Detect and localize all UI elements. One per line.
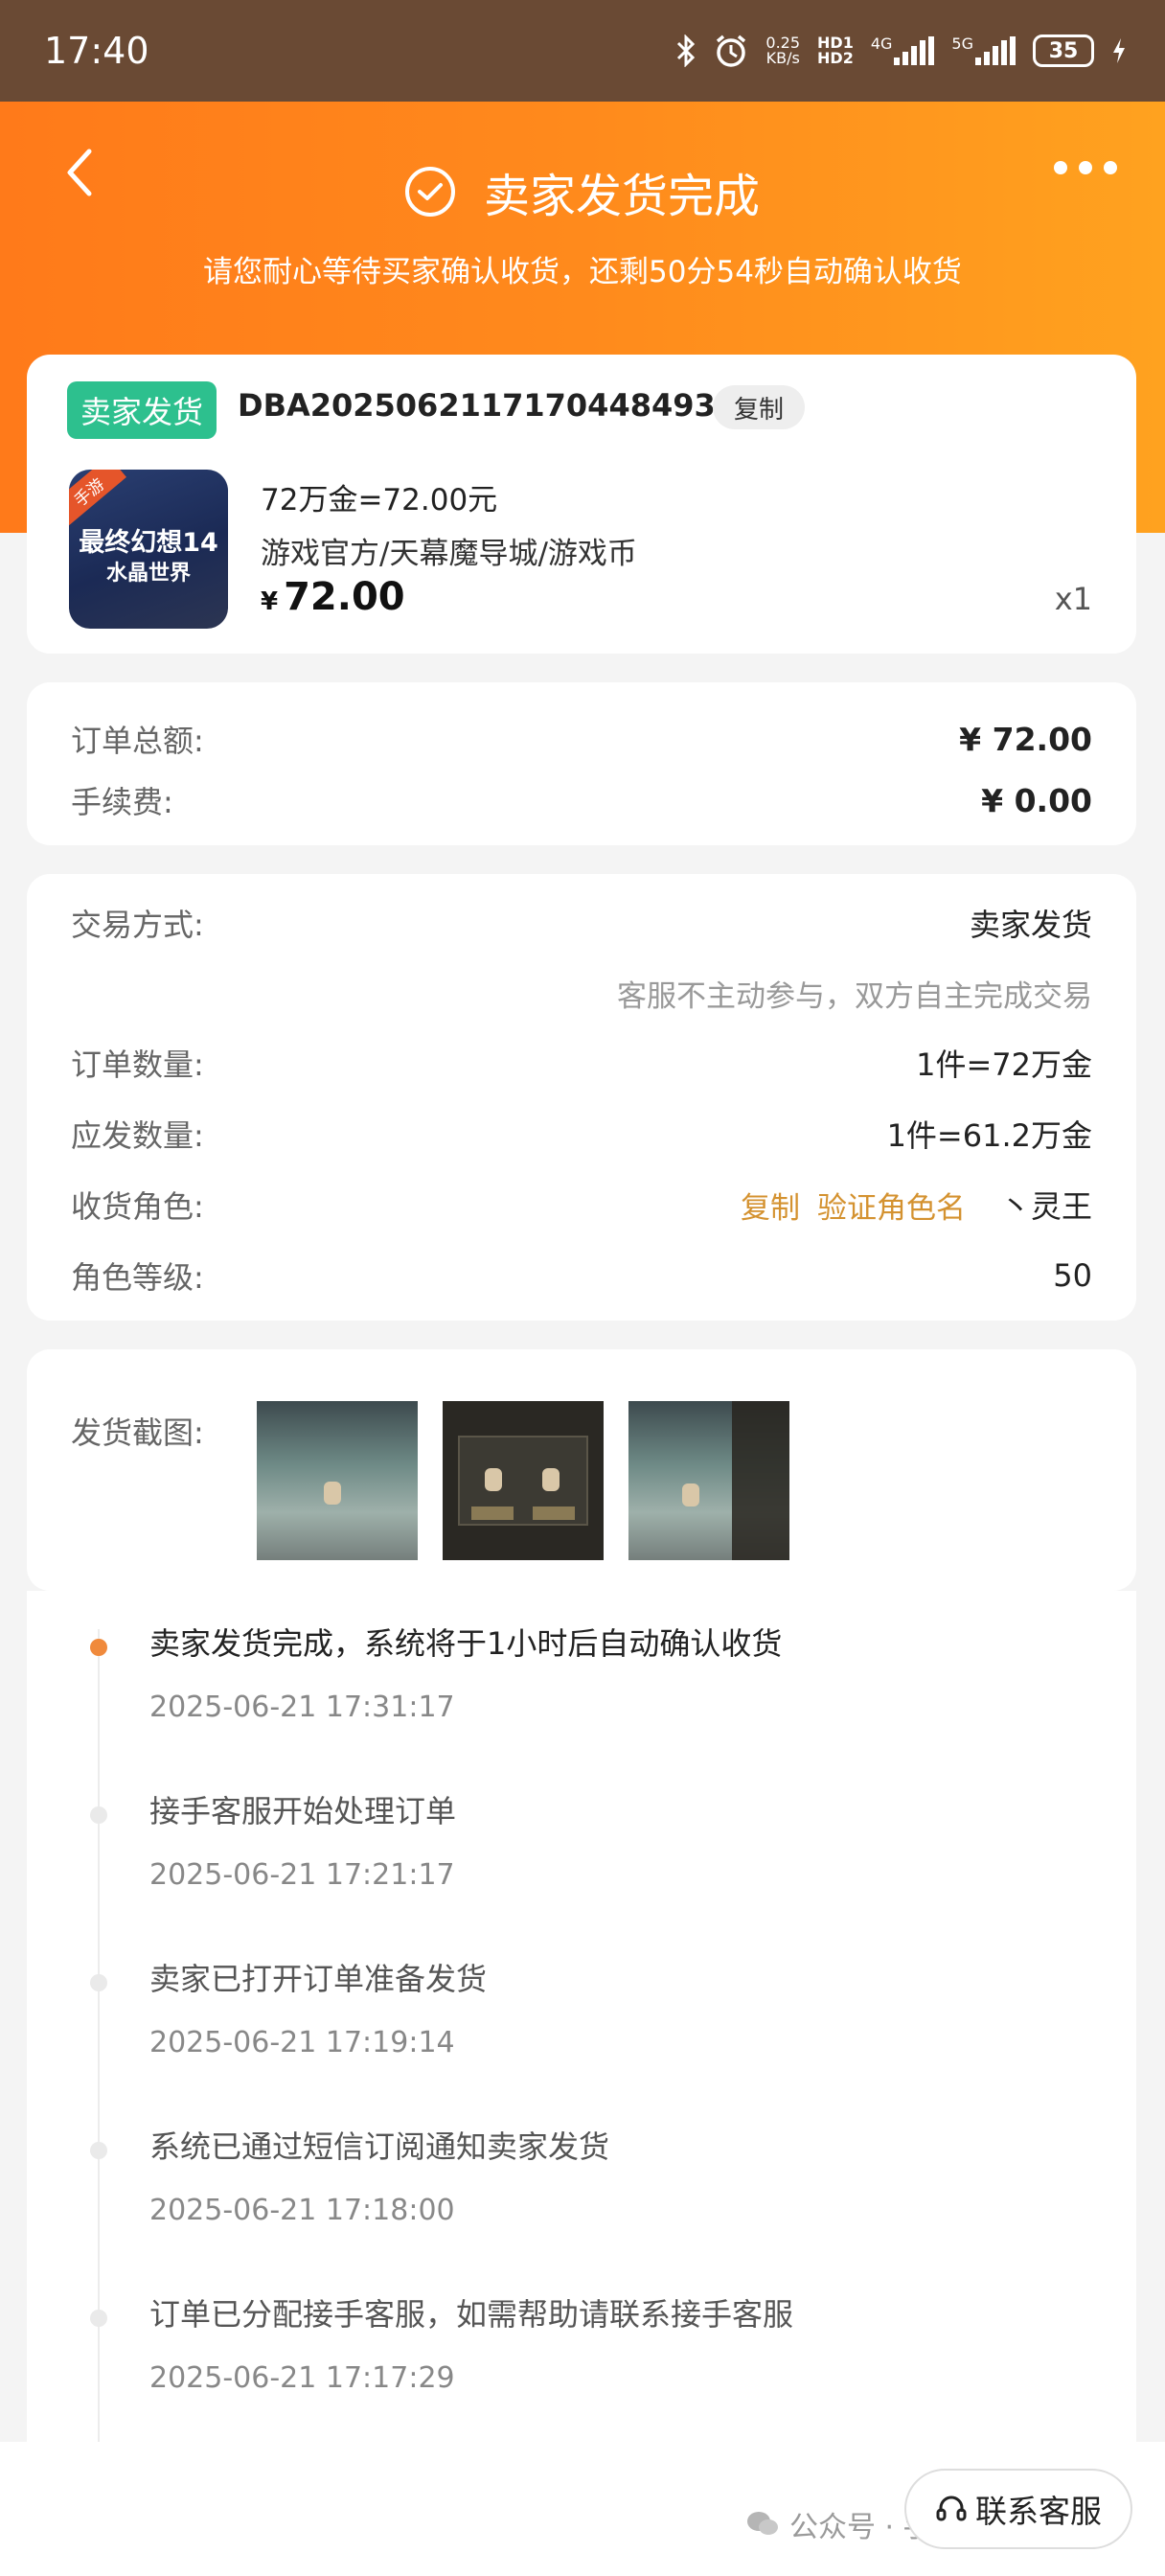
hd-indicator: HD1 HD2 bbox=[817, 35, 854, 66]
dialog-button bbox=[533, 1506, 575, 1520]
total-label: 订单总额: bbox=[71, 723, 204, 759]
price-value: 72.00 bbox=[284, 575, 405, 619]
delivery-screenshot-thumbnail[interactable] bbox=[257, 1401, 418, 1560]
signal-5g: 5G bbox=[951, 36, 1016, 65]
net-speed-unit: KB/s bbox=[765, 49, 800, 67]
total-value: ¥ 72.00 bbox=[959, 720, 1092, 758]
delivery-screenshots-card: 发货截图: bbox=[27, 1349, 1136, 1591]
delivery-type-badge: 卖家发货 bbox=[67, 381, 217, 439]
verify-role-button[interactable]: 验证角色名 bbox=[817, 1184, 966, 1227]
signal-icon bbox=[894, 36, 935, 65]
dialog-button bbox=[471, 1506, 514, 1520]
timeline-time: 2025-06-21 17:19:14 bbox=[149, 2026, 455, 2059]
trade-method-value: 卖家发货 bbox=[969, 907, 1092, 943]
headset-icon bbox=[936, 2496, 967, 2521]
ship-quantity-label: 应发数量: bbox=[71, 1117, 204, 1154]
receiver-role-value: 丶灵王 bbox=[999, 1188, 1092, 1225]
character-figure bbox=[682, 1484, 699, 1506]
item-quantity: x1 bbox=[1054, 581, 1092, 617]
receiver-role-actions: 复制 验证角色名 丶灵王 bbox=[741, 1183, 1092, 1227]
copy-role-button[interactable]: 复制 bbox=[741, 1184, 800, 1227]
order-card: 卖家发货 DBA2025062117170448493 复制 手游 最终幻想14… bbox=[27, 355, 1136, 654]
fee-value: ¥ 0.00 bbox=[981, 781, 1092, 819]
status-bar: 17:40 0.25 KB/s HD1 HD2 4G 5G 35 bbox=[0, 0, 1165, 102]
order-quantity-value: 1件=72万金 bbox=[916, 1046, 1092, 1083]
trade-method-label: 交易方式: bbox=[71, 907, 204, 943]
character-figure bbox=[324, 1482, 341, 1505]
page-title: 卖家发货完成 bbox=[483, 170, 760, 223]
receiver-role-label: 收货角色: bbox=[71, 1188, 204, 1225]
currency-symbol: ¥ bbox=[261, 587, 279, 616]
trade-detail-card: 交易方式: 卖家发货 客服不主动参与，双方自主完成交易 订单数量: 1件=72万… bbox=[27, 874, 1136, 1321]
timeline-dot bbox=[90, 1806, 107, 1824]
game-logo-title: 最终幻想14 bbox=[79, 528, 218, 558]
role-level-value: 50 bbox=[1053, 1257, 1092, 1294]
ship-quantity-value: 1件=61.2万金 bbox=[886, 1117, 1092, 1154]
item-figure bbox=[485, 1468, 502, 1491]
game-logo-subtitle: 水晶世界 bbox=[105, 562, 191, 586]
game-side-panel bbox=[732, 1401, 789, 1560]
delivery-screenshot-thumbnail[interactable] bbox=[628, 1401, 789, 1560]
status-icons: 0.25 KB/s HD1 HD2 4G 5G 35 bbox=[675, 34, 1127, 68]
game-tag: 手游 bbox=[69, 470, 126, 527]
contact-service-button[interactable]: 联系客服 bbox=[904, 2469, 1132, 2549]
order-timeline: 卖家发货完成，系统将于1小时后自动确认收货 2025-06-21 17:31:1… bbox=[27, 1591, 1136, 2442]
fee-card: 订单总额: ¥ 72.00 手续费: ¥ 0.00 bbox=[27, 682, 1136, 845]
signal-5g-label: 5G bbox=[951, 34, 973, 53]
ship-quantity-row: 应发数量: 1件=61.2万金 bbox=[71, 1112, 1092, 1156]
signal-4g-label: 4G bbox=[870, 34, 893, 53]
copy-order-number-button[interactable]: 复制 bbox=[713, 385, 806, 429]
wechat-icon bbox=[747, 2512, 778, 2535]
game-thumbnail[interactable]: 手游 最终幻想14 水晶世界 bbox=[69, 470, 228, 629]
hd-bottom: HD2 bbox=[817, 49, 854, 67]
order-quantity-label: 订单数量: bbox=[71, 1046, 204, 1083]
timeline-time: 2025-06-21 17:31:17 bbox=[149, 1690, 455, 1724]
bluetooth-icon bbox=[677, 34, 696, 67]
contact-service-label: 联系客服 bbox=[975, 2493, 1102, 2530]
role-level-row: 角色等级: 50 bbox=[71, 1254, 1092, 1298]
total-row: 订单总额: ¥ 72.00 bbox=[71, 717, 1092, 761]
item-category-path: 游戏官方/天幕魔导城/游戏币 bbox=[261, 537, 637, 571]
order-number: DBA2025062117170448493 bbox=[238, 387, 716, 424]
order-quantity-row: 订单数量: 1件=72万金 bbox=[71, 1041, 1092, 1085]
auto-confirm-countdown: 请您耐心等待买家确认收货，还剩50分54秒自动确认收货 bbox=[203, 255, 962, 289]
item-figure bbox=[542, 1468, 560, 1491]
timeline-dot bbox=[90, 1639, 107, 1656]
delivery-screenshot-thumbnail[interactable] bbox=[443, 1401, 604, 1560]
timeline-text: 卖家发货完成，系统将于1小时后自动确认收货 bbox=[149, 1625, 783, 1662]
role-level-label: 角色等级: bbox=[71, 1259, 204, 1296]
item-name: 72万金=72.00元 bbox=[261, 483, 498, 518]
battery-icon: 35 bbox=[1033, 34, 1094, 67]
timeline-time: 2025-06-21 17:17:29 bbox=[149, 2361, 455, 2395]
fee-label: 手续费: bbox=[71, 784, 173, 820]
alarm-icon bbox=[717, 34, 746, 67]
timeline-time: 2025-06-21 17:21:17 bbox=[149, 1858, 455, 1892]
signal-icon bbox=[975, 36, 1016, 65]
bottom-bar: 公众号 · 手游搬砖基地 联系客服 bbox=[0, 2442, 1165, 2576]
signal-4g: 4G bbox=[871, 36, 935, 65]
trade-method-row: 交易方式: 卖家发货 bbox=[71, 901, 1092, 945]
timeline-dot bbox=[90, 2310, 107, 2327]
fee-row: 手续费: ¥ 0.00 bbox=[71, 778, 1092, 822]
timeline-time: 2025-06-21 17:18:00 bbox=[149, 2194, 455, 2227]
screenshots-label: 发货截图: bbox=[71, 1414, 204, 1451]
timeline-text: 卖家已打开订单准备发货 bbox=[149, 1961, 488, 1997]
status-time: 17:40 bbox=[44, 30, 149, 72]
timeline-text: 订单已分配接手客服，如需帮助请联系接手客服 bbox=[149, 2296, 794, 2333]
order-detail-page: 17:40 0.25 KB/s HD1 HD2 4G 5G 35 卖家发货完成 … bbox=[0, 0, 1165, 2576]
timeline-text: 系统已通过短信订阅通知卖家发货 bbox=[149, 2128, 610, 2165]
page-title-row: 卖家发货完成 bbox=[0, 153, 1165, 230]
timeline-dot bbox=[90, 1974, 107, 1991]
timeline-dot bbox=[90, 2142, 107, 2159]
trade-method-note: 客服不主动参与，双方自主完成交易 bbox=[617, 979, 1092, 1014]
receiver-role-row: 收货角色: 复制 验证角色名 丶灵王 bbox=[71, 1183, 1092, 1227]
check-circle-icon bbox=[404, 167, 455, 217]
charging-icon bbox=[1113, 38, 1125, 63]
item-price: ¥72.00 bbox=[261, 575, 405, 619]
timeline-text: 接手客服开始处理订单 bbox=[149, 1793, 457, 1829]
net-speed: 0.25 KB/s bbox=[765, 35, 800, 66]
battery-level: 35 bbox=[1048, 38, 1079, 63]
